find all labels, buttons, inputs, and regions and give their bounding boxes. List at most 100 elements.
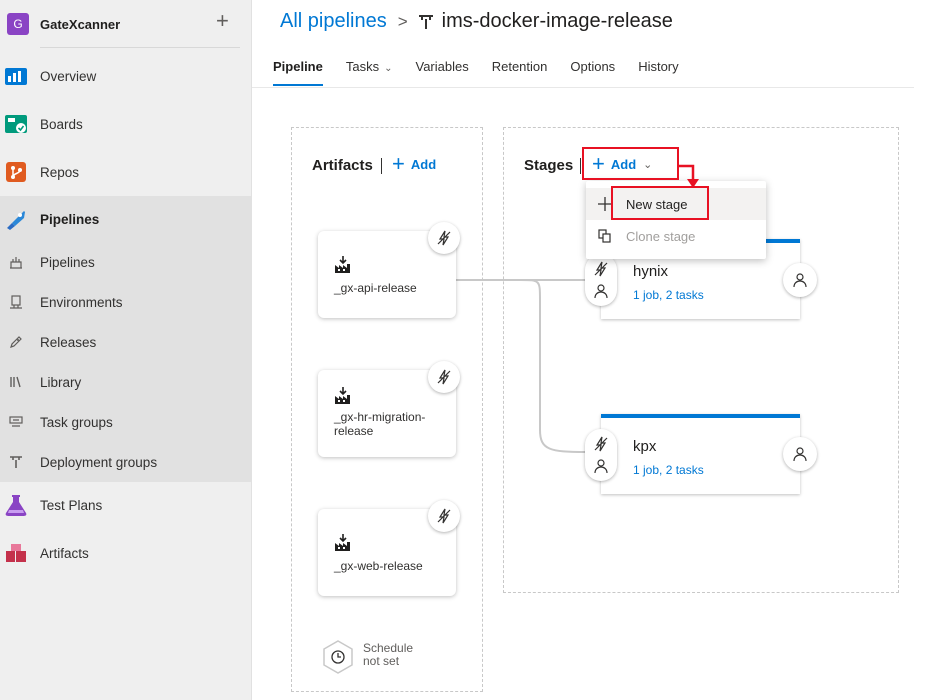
add-label: Add — [610, 156, 637, 172]
sidebar-item-label: Artifacts — [40, 545, 89, 561]
tab-label: Options — [570, 59, 616, 74]
tab-label: Retention — [491, 59, 548, 74]
tab-bar: Pipeline Tasks ⌄ Variables Retention Opti… — [273, 59, 702, 87]
continuous-deployment-trigger[interactable] — [428, 361, 460, 393]
tab-tasks[interactable]: Tasks ⌄ — [346, 59, 393, 87]
continuous-deployment-trigger[interactable] — [428, 500, 460, 532]
sidebar-item-pipelines[interactable]: Pipelines — [0, 196, 252, 242]
menu-item-label: Clone stage — [626, 228, 696, 244]
sidebar: G GateXcanner + Overview Boards Repos Pi… — [0, 0, 252, 700]
plus-icon: + — [392, 151, 405, 176]
boards-icon — [5, 115, 27, 133]
menu-item-clone-stage[interactable]: Clone stage — [586, 220, 766, 252]
add-stage-menu: New stage Clone stage — [586, 181, 766, 259]
sidebar-item-label: Boards — [40, 116, 83, 132]
chevron-down-icon: ⌄ — [384, 63, 393, 74]
environments-icon — [10, 295, 22, 309]
person-icon — [793, 273, 807, 288]
plus-icon: + — [592, 151, 605, 176]
artifact-name: _gx-hr-migration-release — [334, 410, 426, 438]
pre-deployment-conditions[interactable] — [585, 429, 617, 481]
schedule-label: Schedule not set — [363, 642, 443, 668]
schedule-line-2: not set — [363, 654, 400, 668]
build-artifact-icon — [335, 534, 350, 551]
sidebar-item-library[interactable]: Library — [0, 362, 252, 402]
lightning-icon — [437, 508, 451, 524]
tab-label: Variables — [415, 59, 469, 74]
sidebar-item-test-plans[interactable]: Test Plans — [0, 482, 252, 528]
add-stage-button[interactable]: + Add ⌄ — [592, 151, 653, 176]
sidebar-item-label: Task groups — [40, 414, 113, 430]
sidebar-item-deployment-groups[interactable]: Deployment groups — [0, 442, 252, 482]
library-icon — [10, 376, 21, 388]
person-icon — [594, 284, 608, 299]
divider — [381, 158, 382, 174]
breadcrumb: All pipelines > ims-docker-image-release — [280, 10, 673, 33]
clone-icon — [598, 229, 611, 243]
releases-icon — [10, 336, 22, 348]
plus-icon[interactable]: + — [216, 10, 229, 32]
sidebar-item-label: Pipelines — [40, 211, 100, 227]
org-divider — [40, 47, 240, 48]
stage-name: kpx — [633, 438, 657, 455]
menu-item-label: New stage — [626, 196, 688, 212]
artifact-name: _gx-web-release — [334, 559, 423, 573]
sidebar-item-boards[interactable]: Boards — [0, 101, 252, 147]
artifact-name: _gx-api-release — [334, 281, 417, 295]
tab-pipeline[interactable]: Pipeline — [273, 59, 323, 87]
lightning-icon — [594, 261, 608, 277]
sidebar-item-releases[interactable]: Releases — [0, 322, 252, 362]
pipelines-icon — [7, 211, 25, 230]
page-title: ims-docker-image-release — [441, 10, 673, 32]
sidebar-item-repos[interactable]: Repos — [0, 149, 252, 195]
org-header[interactable]: G GateXcanner — [0, 0, 252, 48]
pipeline-sub-icon — [10, 257, 22, 269]
schedule-clock-icon — [323, 640, 353, 674]
continuous-deployment-trigger[interactable] — [428, 222, 460, 254]
plus-icon — [598, 197, 612, 211]
sidebar-item-label: Overview — [40, 68, 97, 84]
sidebar-item-label: Pipelines — [40, 254, 95, 270]
build-artifact-icon — [335, 387, 350, 404]
stages-title: Stages — [524, 157, 574, 174]
tab-options[interactable]: Options — [570, 59, 615, 87]
stage-name: hynix — [633, 263, 669, 280]
sidebar-item-environments[interactable]: Environments — [0, 282, 252, 322]
post-deployment-conditions[interactable] — [783, 263, 817, 297]
org-name: GateXcanner — [40, 16, 121, 32]
sidebar-item-pipelines-sub[interactable]: Pipelines — [0, 242, 252, 282]
stage-summary[interactable]: 1 job, 2 tasks — [633, 463, 704, 477]
pre-deployment-conditions[interactable] — [585, 254, 617, 306]
sidebar-item-artifacts[interactable]: Artifacts — [0, 530, 252, 576]
breadcrumb-all-pipelines[interactable]: All pipelines — [280, 10, 387, 33]
sidebar-item-label: Deployment groups — [40, 454, 158, 470]
repos-icon — [6, 162, 26, 182]
chevron-down-icon: ⌄ — [643, 158, 653, 171]
tab-divider — [252, 87, 914, 88]
org-avatar: G — [7, 13, 29, 35]
build-artifact-icon — [335, 256, 350, 273]
tab-retention[interactable]: Retention — [492, 59, 548, 87]
add-artifact-button[interactable]: + Add — [392, 151, 437, 176]
sidebar-item-label: Test Plans — [40, 497, 103, 513]
sidebar-item-label: Library — [40, 374, 82, 390]
post-deployment-conditions[interactable] — [783, 437, 817, 471]
deployment-groups-icon — [10, 456, 22, 468]
lightning-icon — [594, 436, 608, 452]
menu-item-new-stage[interactable]: New stage — [586, 188, 766, 220]
sidebar-item-overview[interactable]: Overview — [0, 53, 252, 99]
artifacts-icon — [6, 544, 26, 562]
sidebar-item-label: Releases — [40, 334, 97, 350]
tab-variables[interactable]: Variables — [415, 59, 468, 87]
lightning-icon — [437, 230, 451, 246]
tab-history[interactable]: History — [638, 59, 678, 87]
add-label: Add — [410, 156, 437, 172]
sidebar-item-task-groups[interactable]: Task groups — [0, 402, 252, 442]
tab-label: History — [638, 59, 679, 74]
release-pipeline-icon — [418, 14, 433, 29]
stage-card-kpx[interactable]: kpx 1 job, 2 tasks — [601, 414, 800, 494]
person-icon — [793, 447, 807, 462]
task-groups-icon — [9, 416, 23, 427]
stage-summary[interactable]: 1 job, 2 tasks — [633, 288, 704, 302]
tab-label: Pipeline — [273, 59, 323, 74]
